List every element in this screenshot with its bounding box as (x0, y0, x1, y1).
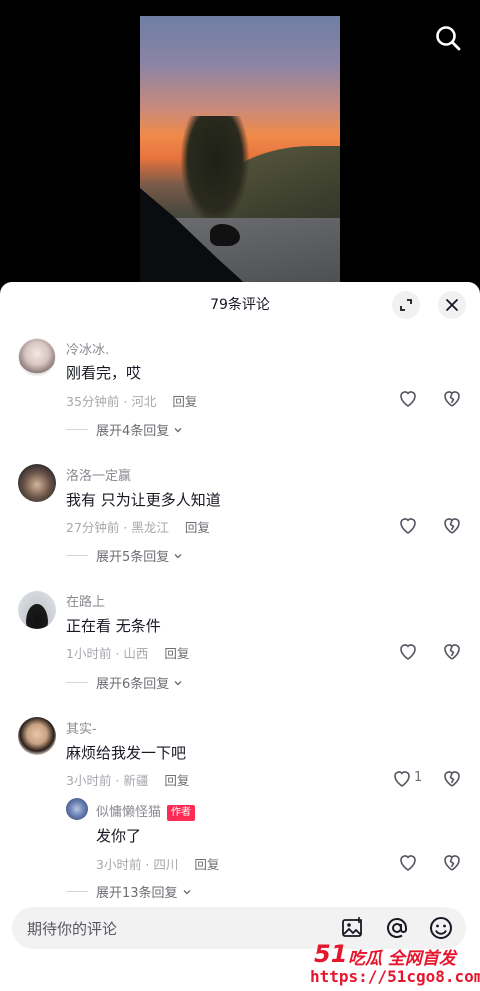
expand-sheet-button[interactable] (392, 291, 420, 319)
divider (66, 682, 88, 683)
comment-author[interactable]: 冷冰冰. (66, 339, 109, 358)
reply-button[interactable]: 回复 (172, 394, 197, 409)
comment-text: 我有 只为让更多人知道 (66, 491, 221, 509)
avatar[interactable] (18, 464, 56, 502)
comment-meta: 27分钟前 · 黑龙江 回复 (66, 517, 210, 536)
comment-text: 刚看完，哎 (66, 364, 142, 382)
comment-time-location: 3小时前 · 新疆 (66, 773, 149, 788)
reply-button[interactable]: 回复 (164, 773, 189, 788)
comment-text: 麻烦给我发一下吧 (66, 744, 187, 762)
reply-button[interactable]: 回复 (164, 646, 189, 661)
broken-heart-icon[interactable] (440, 766, 464, 790)
comment-meta: 3小时前 · 新疆 回复 (66, 770, 189, 789)
video-frame[interactable] (140, 16, 340, 288)
comment-meta: 35分钟前 · 河北 回复 (66, 391, 197, 410)
heart-icon[interactable] (390, 766, 414, 790)
chevron-down-icon (174, 680, 182, 685)
comment-meta: 1小时前 · 山西 回复 (66, 643, 189, 662)
expand-replies-label: 展开13条回复 (96, 886, 178, 901)
reply-button[interactable]: 回复 (185, 520, 210, 535)
expand-replies-label: 展开5条回复 (96, 550, 170, 565)
expand-replies-label: 展开6条回复 (96, 677, 170, 692)
heart-icon[interactable] (396, 639, 420, 663)
reply-time-location: 3小时前 · 四川 (96, 857, 179, 872)
reply-author-row: 似慵懒怪猫 作者 (96, 801, 196, 821)
close-icon (446, 299, 458, 311)
heart-icon[interactable] (396, 513, 420, 537)
expand-replies-button[interactable]: 展开5条回复 (66, 546, 183, 565)
video-player[interactable] (0, 0, 480, 300)
reply-meta: 3小时前 · 四川 回复 (96, 854, 219, 873)
broken-heart-icon[interactable] (440, 513, 464, 537)
avatar[interactable] (18, 717, 56, 755)
heart-icon[interactable] (396, 386, 420, 410)
reply-avatar[interactable] (66, 798, 88, 820)
like-count: 1 (414, 770, 423, 785)
comment-input-placeholder[interactable]: 期待你的评论 (27, 918, 117, 939)
emoji-icon[interactable] (428, 915, 454, 941)
reply-button[interactable]: 回复 (194, 857, 219, 872)
reply-author[interactable]: 似慵懒怪猫 (96, 805, 161, 820)
expand-replies-button[interactable]: 展开6条回复 (66, 673, 183, 692)
image-icon[interactable] (340, 915, 366, 941)
expand-replies-label: 展开4条回复 (96, 424, 170, 439)
comment-count-title: 79条评论 (210, 297, 270, 313)
comment-time-location: 35分钟前 · 河北 (66, 394, 157, 409)
divider (66, 891, 88, 892)
search-icon[interactable] (434, 24, 462, 52)
divider (66, 429, 88, 430)
expand-icon (400, 299, 412, 311)
broken-heart-icon[interactable] (440, 386, 464, 410)
broken-heart-icon[interactable] (440, 850, 464, 874)
divider (66, 555, 88, 556)
chevron-down-icon (174, 553, 182, 558)
avatar[interactable] (18, 338, 56, 376)
mention-icon[interactable] (384, 915, 410, 941)
video-tree (180, 116, 250, 226)
author-badge: 作者 (167, 805, 196, 821)
comment-author[interactable]: 其实- (66, 718, 97, 737)
comment-text: 正在看 无条件 (66, 617, 161, 635)
expand-replies-button[interactable]: 展开13条回复 (66, 882, 192, 901)
heart-icon[interactable] (396, 850, 420, 874)
sheet-header: 79条评论 (0, 282, 480, 326)
comment-input-bar[interactable]: 期待你的评论 (12, 907, 466, 949)
expand-replies-button[interactable]: 展开4条回复 (66, 420, 183, 439)
comment-time-location: 1小时前 · 山西 (66, 646, 149, 661)
chevron-down-icon (174, 427, 182, 432)
comment-time-location: 27分钟前 · 黑龙江 (66, 520, 169, 535)
reply-text: 发你了 (96, 827, 142, 845)
comment-author[interactable]: 在路上 (66, 591, 105, 610)
close-sheet-button[interactable] (438, 291, 466, 319)
avatar[interactable] (18, 591, 56, 629)
chevron-down-icon (183, 889, 191, 894)
comment-author[interactable]: 洛洛一定赢 (66, 465, 131, 484)
broken-heart-icon[interactable] (440, 639, 464, 663)
